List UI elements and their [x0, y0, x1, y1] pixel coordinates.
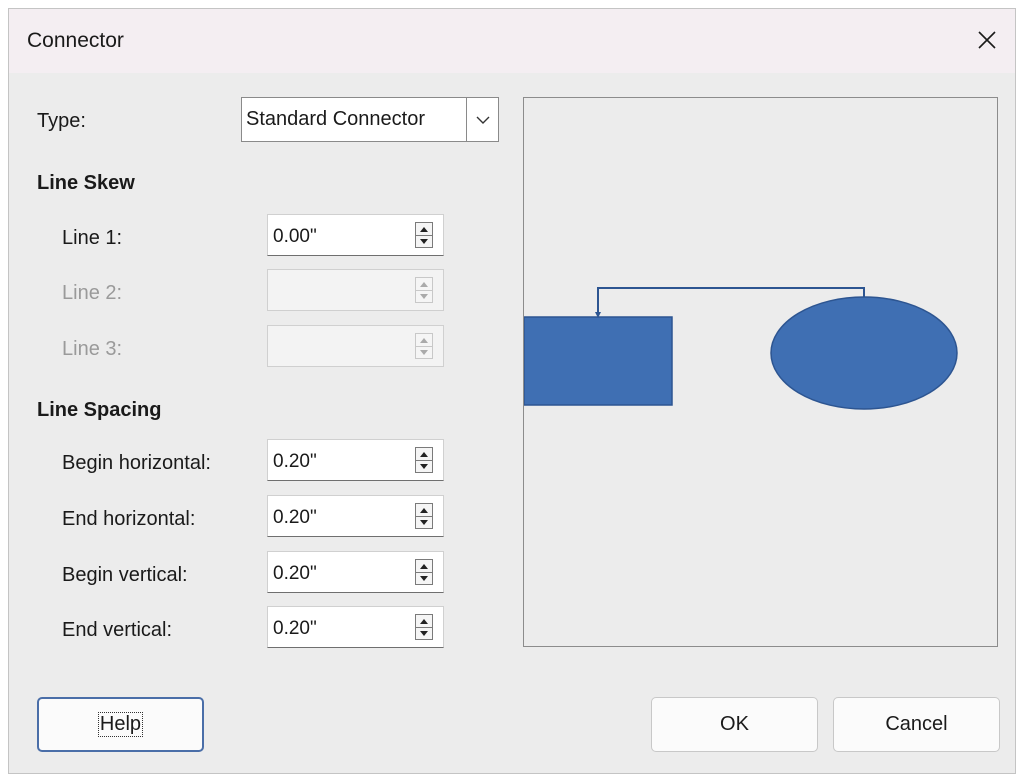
close-icon [978, 31, 996, 49]
help-button-label: Help [97, 712, 144, 737]
spin-up-icon [420, 507, 428, 513]
begin-vertical-decrement[interactable] [416, 572, 432, 584]
spin-down-icon [420, 349, 428, 355]
begin-horizontal-label: Begin horizontal: [62, 452, 211, 474]
ok-button-label: OK [720, 713, 749, 735]
line-spacing-heading: Line Spacing [37, 399, 162, 421]
begin-horizontal-value: 0.20" [273, 451, 317, 472]
spin-down-icon [420, 519, 428, 525]
line-3-field[interactable] [267, 325, 444, 367]
ok-button[interactable]: OK [651, 697, 818, 752]
spin-down-icon [420, 293, 428, 299]
spin-up-icon [420, 451, 428, 457]
begin-vertical-label: Begin vertical: [62, 564, 188, 586]
line-3-label: Line 3: [62, 338, 123, 360]
type-selected-value: Standard Connector [246, 108, 426, 130]
begin-horizontal-field[interactable]: 0.20" [267, 439, 444, 481]
line-skew-heading: Line Skew [37, 172, 135, 194]
line-3-decrement[interactable] [416, 346, 432, 358]
begin-vertical-spinner [415, 559, 433, 585]
spin-down-icon [420, 238, 428, 244]
cancel-button-label: Cancel [885, 713, 948, 735]
preview-rectangle-shape [523, 316, 673, 406]
begin-horizontal-decrement[interactable] [416, 460, 432, 472]
spin-up-icon [420, 337, 428, 343]
cancel-button[interactable]: Cancel [833, 697, 1000, 752]
line-2-spinner [415, 277, 433, 303]
begin-horizontal-spinner [415, 447, 433, 473]
help-button[interactable]: Help [37, 697, 204, 752]
type-label: Type: [37, 110, 86, 132]
spin-up-icon [420, 618, 428, 624]
line-2-decrement[interactable] [416, 290, 432, 302]
end-vertical-value: 0.20" [273, 618, 317, 639]
end-horizontal-label: End horizontal: [62, 508, 196, 530]
connector-dialog: Connector Type: Standard Connector Line … [8, 8, 1016, 774]
preview-canvas [523, 287, 958, 410]
line-1-value: 0.00" [273, 226, 317, 247]
dialog-title: Connector [27, 29, 124, 52]
spin-up-icon [420, 563, 428, 569]
end-horizontal-field[interactable]: 0.20" [267, 495, 444, 537]
spin-up-icon [420, 281, 428, 287]
end-horizontal-value: 0.20" [273, 507, 317, 528]
connector-preview [523, 97, 998, 647]
line-1-label: Line 1: [62, 227, 123, 249]
end-vertical-field[interactable]: 0.20" [267, 606, 444, 648]
spin-down-icon [420, 575, 428, 581]
line-3-spinner [415, 333, 433, 359]
end-horizontal-spinner [415, 503, 433, 529]
line-1-spinner [415, 222, 433, 248]
begin-vertical-value: 0.20" [273, 563, 317, 584]
end-vertical-decrement[interactable] [416, 627, 432, 639]
title-bar: Connector [9, 9, 1015, 73]
line-2-field[interactable] [267, 269, 444, 311]
line-2-label: Line 2: [62, 282, 123, 304]
spin-down-icon [420, 463, 428, 469]
line-1-decrement[interactable] [416, 235, 432, 247]
end-vertical-spinner [415, 614, 433, 640]
spin-down-icon [420, 630, 428, 636]
chevron-down-icon [476, 116, 489, 124]
close-button[interactable] [959, 9, 1015, 71]
begin-vertical-field[interactable]: 0.20" [267, 551, 444, 593]
type-dropdown[interactable]: Standard Connector [241, 97, 499, 142]
end-horizontal-decrement[interactable] [416, 516, 432, 528]
line-1-field[interactable]: 0.00" [267, 214, 444, 256]
spin-up-icon [420, 226, 428, 232]
type-dropdown-toggle[interactable] [466, 98, 498, 141]
preview-ellipse-shape [770, 296, 958, 410]
end-vertical-label: End vertical: [62, 619, 173, 641]
